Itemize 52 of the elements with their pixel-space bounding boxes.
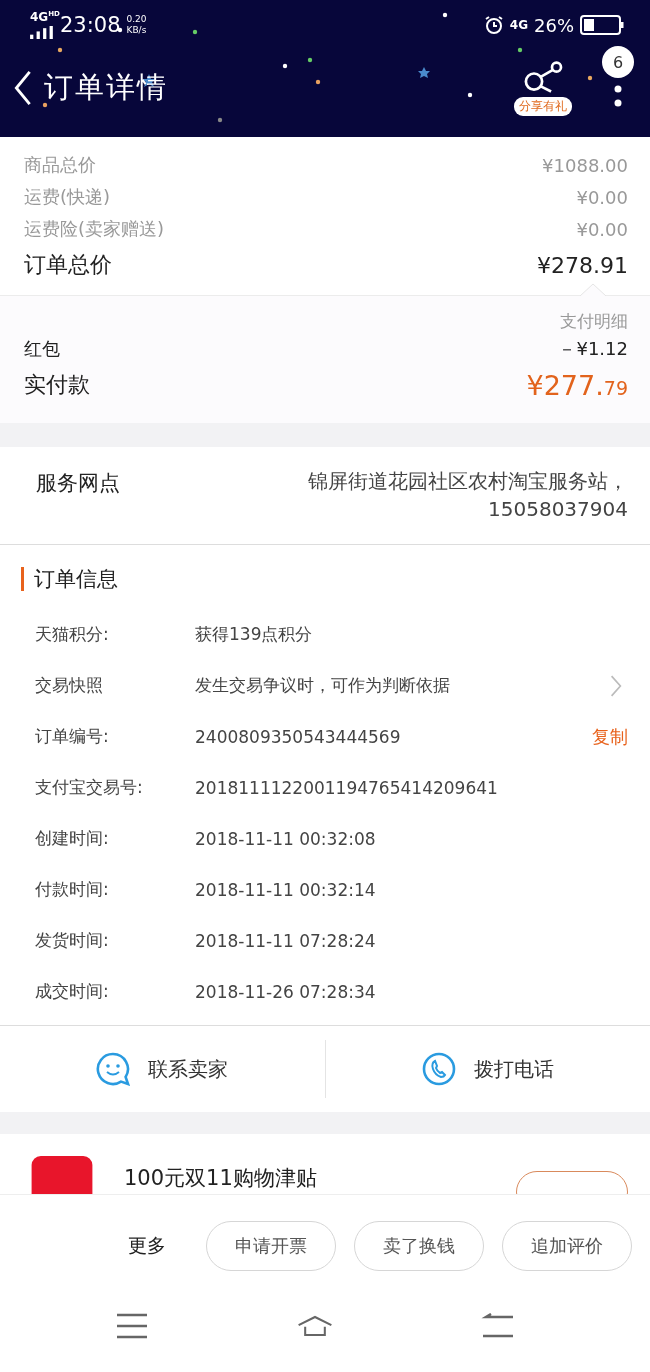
- paid-label: 实付款: [24, 371, 90, 399]
- info-label: 发货时间:: [35, 929, 110, 952]
- price-value: ¥1088.00: [542, 154, 628, 176]
- price-label: 商品总价: [24, 153, 96, 177]
- info-label: 成交时间:: [35, 980, 110, 1003]
- battery-icon: [580, 15, 624, 35]
- price-value: ¥0.00: [576, 218, 628, 240]
- info-value: 2018-11-11 00:32:08: [195, 828, 377, 849]
- info-value: 2400809350543444569: [195, 726, 402, 747]
- info-value: 2018-11-26 07:28:34: [195, 981, 377, 1002]
- price-label: 运费险(卖家赠送): [24, 217, 165, 241]
- network-speed: 0.20 KB/s: [126, 14, 147, 36]
- info-value: 2018111122001194765414209641: [195, 777, 499, 798]
- alarm-icon: [483, 15, 504, 35]
- paid-amount: ¥277.79: [526, 369, 628, 401]
- discount-value: －¥1.12: [558, 337, 628, 361]
- network-label: 4G$^{HD}$: [30, 10, 60, 24]
- info-value: 2018-11-11 07:28:24: [195, 930, 377, 951]
- info-label: 交易快照: [35, 674, 104, 697]
- info-label: 订单编号:: [35, 725, 110, 748]
- price-label: 订单总价: [24, 251, 112, 279]
- info-label: 付款时间:: [35, 878, 110, 901]
- contact-seller-button[interactable]: 联系卖家: [0, 1040, 326, 1098]
- service-value: 锦屏街道花园社区农村淘宝服务站，15058037904: [307, 468, 628, 523]
- action-button[interactable]: 卖了换钱: [354, 1221, 484, 1271]
- service-label: 服务网点: [36, 470, 120, 497]
- more-label[interactable]: 更多: [128, 1233, 166, 1259]
- battery-percent: 26%: [534, 14, 574, 36]
- page-title: 订单详情: [44, 69, 168, 106]
- info-value: 2018-11-11 00:32:14: [195, 879, 377, 900]
- notification-badge: 6: [602, 46, 634, 78]
- share-reward-badge[interactable]: 分享有礼: [514, 97, 572, 116]
- price-value: ¥0.00: [576, 186, 628, 208]
- signal-icon: [30, 25, 54, 39]
- discount-label: 红包: [24, 337, 60, 361]
- action-button[interactable]: 申请开票: [206, 1221, 336, 1271]
- price-label: 运费(快递): [24, 185, 111, 209]
- info-label: 支付宝交易号:: [35, 776, 144, 799]
- info-value: 获得139点积分: [195, 623, 314, 646]
- info-label: 创建时间:: [35, 827, 110, 850]
- phone-icon: [421, 1052, 456, 1086]
- copy-link[interactable]: 复制: [592, 724, 628, 749]
- promo-title: 100元双11购物津贴: [124, 1165, 317, 1192]
- info-value: 发生交易争议时，可作为判断依据: [195, 674, 451, 697]
- data-label: 4G: [509, 18, 528, 32]
- action-button[interactable]: 追加评价: [502, 1221, 632, 1271]
- clock-time: 23:08: [60, 13, 121, 37]
- price-value: ¥278.91: [537, 252, 628, 278]
- chat-bubble-icon: [96, 1052, 131, 1086]
- call-button[interactable]: 拨打电话: [325, 1040, 650, 1098]
- info-label: 天猫积分:: [35, 623, 110, 646]
- section-title: 订单信息: [34, 566, 118, 593]
